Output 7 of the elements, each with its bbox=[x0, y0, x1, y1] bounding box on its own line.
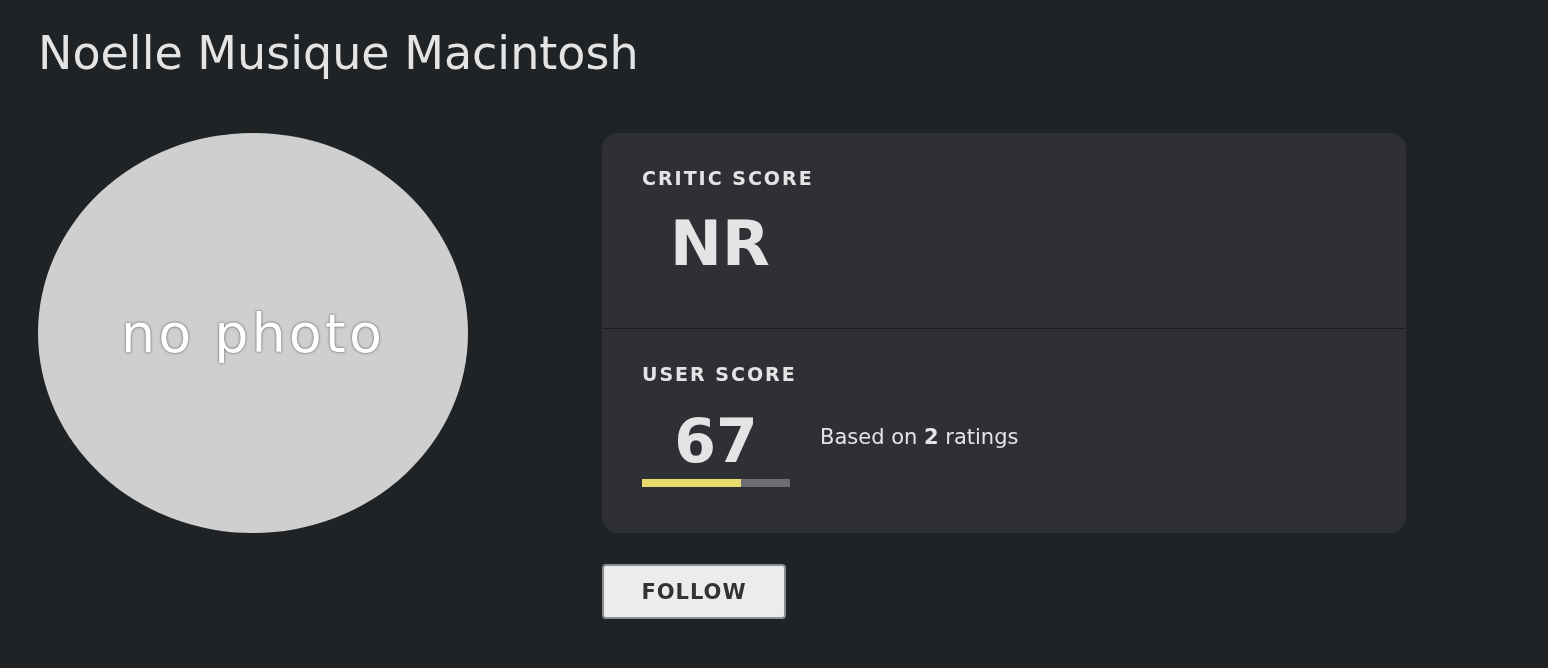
critic-score: NR bbox=[670, 207, 770, 280]
score-label: USER SCORE bbox=[642, 363, 797, 385]
user-score: 67 bbox=[674, 405, 758, 478]
follow-button[interactable]: FOLLOW bbox=[602, 564, 786, 619]
score-label: CRITIC SCORE bbox=[642, 167, 814, 189]
page-title: Noelle Musique Macintosh bbox=[38, 26, 639, 80]
ratings-note: Based on 2 ratings bbox=[820, 425, 1019, 449]
